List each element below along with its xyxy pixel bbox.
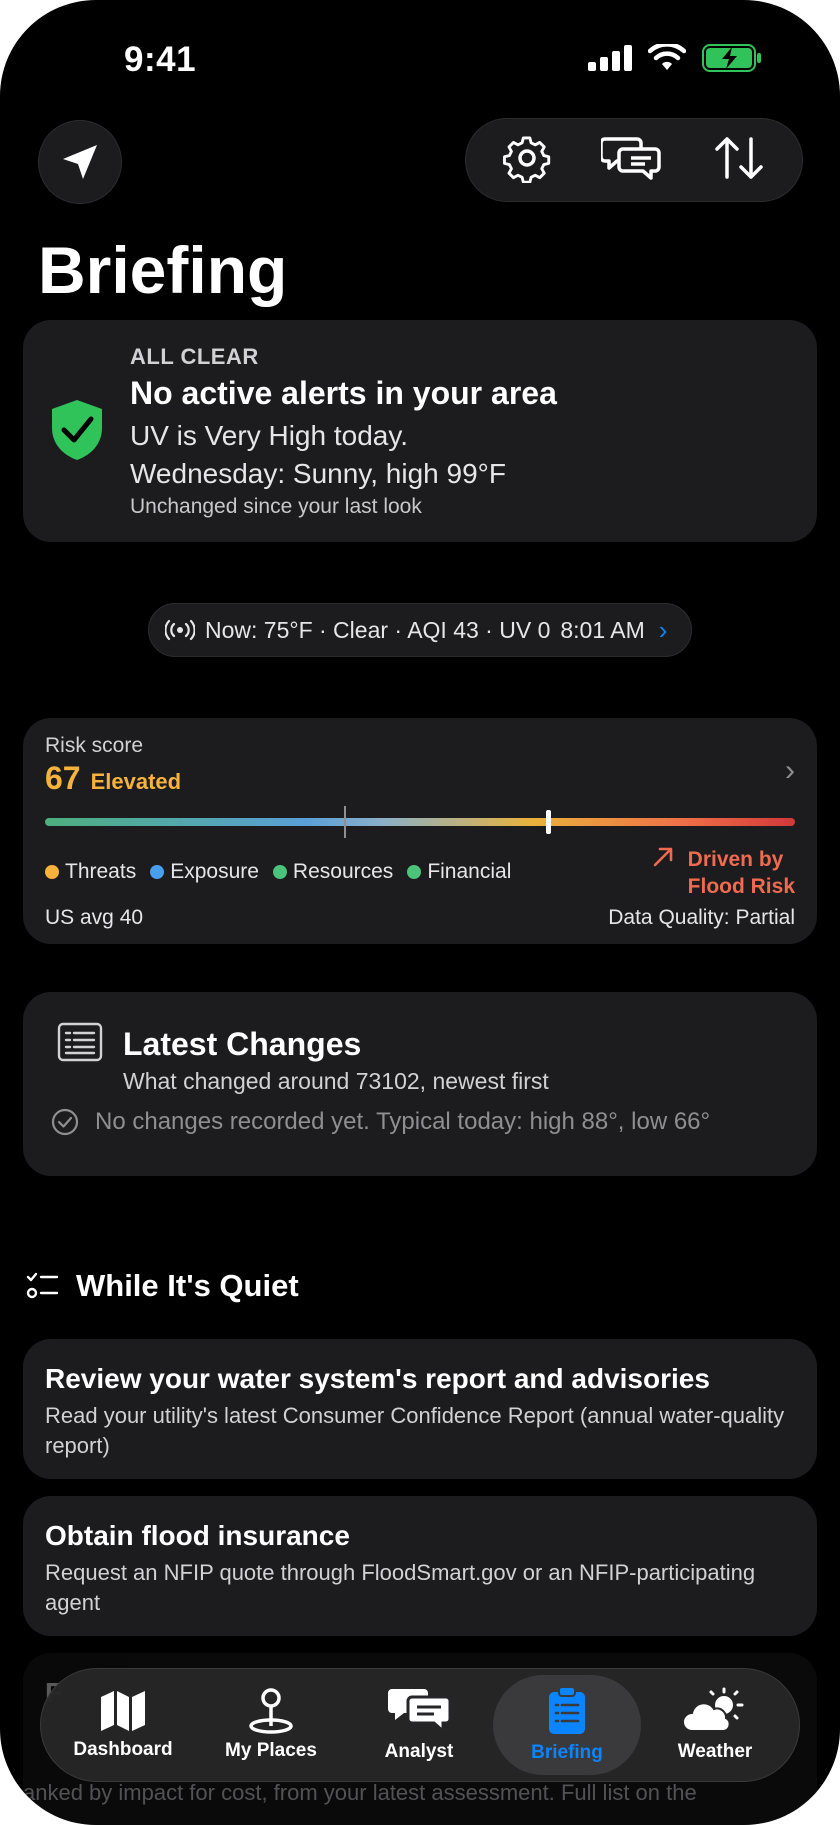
battery-charging-icon: [702, 44, 761, 72]
us-average-marker: [344, 806, 346, 838]
top-controls: [465, 118, 803, 202]
location-button[interactable]: [38, 120, 122, 204]
clipboard-icon: [549, 1686, 585, 1734]
us-average-label: US avg 40: [45, 906, 144, 929]
tab-label: Weather: [677, 1741, 753, 1762]
task-card[interactable]: Obtain flood insurance Request an NFIP q…: [23, 1496, 817, 1636]
settings-button[interactable]: [502, 133, 552, 188]
task-description: Request an NFIP quote through FloodSmart…: [45, 1560, 756, 1615]
legend-item-financial: Financial: [407, 860, 511, 884]
checklist-icon: [26, 1272, 58, 1299]
status-bar: 9:41: [0, 0, 840, 110]
chat-bubbles-icon: [599, 136, 661, 180]
latest-changes-card[interactable]: Latest Changes What changed around 73102…: [23, 992, 817, 1176]
tab-bar: Dashboard My Places Analyst Briefing Wea…: [40, 1668, 800, 1782]
legend-label: Resources: [292, 860, 394, 883]
quiet-section-title: While It's Quiet: [76, 1268, 299, 1303]
latest-changes-empty-text: No changes recorded yet. Typical today: …: [95, 1108, 711, 1135]
risk-driver: Driven by Flood Risk: [652, 846, 795, 900]
task-description: Read your utility's latest Consumer Conf…: [45, 1403, 785, 1458]
newspaper-icon: [57, 1022, 103, 1062]
alert-uv-line: UV is Very High today.: [130, 420, 409, 451]
risk-driver-line2: Flood Risk: [687, 875, 795, 898]
status-time: 9:41: [124, 40, 197, 79]
legend-dot: [150, 865, 165, 879]
map-icon: [101, 1691, 145, 1731]
alert-kicker: ALL CLEAR: [130, 344, 259, 369]
tab-analyst[interactable]: Analyst: [345, 1675, 493, 1775]
legend-label: Threats: [65, 860, 137, 883]
latest-changes-empty: No changes recorded yet. Typical today: …: [51, 1108, 710, 1136]
chevron-right-icon: ›: [658, 614, 668, 645]
gear-icon: [503, 135, 551, 184]
latest-changes-title: Latest Changes: [123, 1026, 362, 1062]
legend-label: Exposure: [170, 860, 259, 883]
risk-score: 67 Elevated: [45, 760, 181, 797]
legend-item-exposure: Exposure: [150, 860, 259, 884]
chevron-right-icon: ›: [785, 754, 795, 787]
pin-icon: [249, 1688, 293, 1734]
legend-item-resources: Resources: [272, 860, 394, 884]
legend-dot: [272, 865, 287, 879]
task-title: Review your water system's report and ad…: [45, 1363, 710, 1394]
sort-button[interactable]: [712, 133, 766, 188]
current-conditions-time: 8:01 AM: [560, 616, 645, 643]
tab-label: Briefing: [531, 1742, 603, 1763]
tab-dashboard[interactable]: Dashboard: [49, 1675, 197, 1775]
risk-driver-line1: Driven by: [687, 848, 784, 871]
sort-arrows-icon: [714, 136, 763, 179]
sun-cloud-icon: [682, 1687, 744, 1732]
tab-weather[interactable]: Weather: [641, 1675, 789, 1775]
risk-label: Risk score: [45, 734, 144, 757]
risk-score-marker: [545, 810, 551, 834]
alert-status-card[interactable]: ALL CLEAR No active alerts in your area …: [23, 320, 817, 542]
trend-up-arrow-icon: [653, 847, 672, 867]
alert-forecast-line: Wednesday: Sunny, high 99°F: [130, 458, 506, 489]
task-footnote: anked by impact for cost, from your late…: [23, 1780, 697, 1805]
current-conditions-text: Now: 75°F · Clear · AQI 43 · UV 0: [205, 616, 551, 643]
page-title: Briefing: [38, 233, 288, 307]
task-title: Obtain flood insurance: [45, 1520, 350, 1551]
risk-level: Elevated: [90, 769, 182, 794]
tab-my-places[interactable]: My Places: [197, 1675, 345, 1775]
risk-legend: Threats Exposure Resources Financial: [45, 860, 511, 884]
alert-title: No active alerts in your area: [130, 375, 557, 411]
tab-label: My Places: [225, 1740, 317, 1761]
check-circle-icon: [51, 1108, 79, 1136]
risk-score-value: 67: [45, 760, 81, 796]
shield-check-icon: [52, 400, 102, 460]
latest-changes-subtitle: What changed around 73102, newest first: [123, 1068, 549, 1094]
tab-label: Dashboard: [73, 1739, 173, 1760]
messages-button[interactable]: [599, 133, 663, 188]
broadcast-icon: [165, 619, 195, 641]
risk-gradient-bar: [45, 818, 795, 826]
task-card[interactable]: Review your water system's report and ad…: [23, 1339, 817, 1479]
current-conditions-pill[interactable]: Now: 75°F · Clear · AQI 43 · UV 0 8:01 A…: [148, 603, 692, 657]
wifi-icon: [648, 44, 686, 70]
chat-icon: [388, 1689, 452, 1735]
legend-item-threats: Threats: [45, 860, 136, 884]
quiet-section-heading: While It's Quiet: [26, 1268, 299, 1304]
risk-score-card[interactable]: Risk score 67 Elevated › Threats Exposur…: [23, 718, 817, 944]
alert-footnote: Unchanged since your last look: [130, 495, 422, 518]
legend-label: Financial: [427, 860, 512, 883]
phone-screen: 9:41 Briefing ALL CLEAR No active alerts…: [0, 0, 840, 1825]
legend-dot: [45, 865, 59, 879]
signal-icon: [588, 45, 632, 71]
location-arrow-icon: [63, 145, 97, 179]
tab-briefing[interactable]: Briefing: [493, 1675, 641, 1775]
data-quality-label: Data Quality: Partial: [608, 906, 795, 929]
status-icons: [588, 44, 762, 72]
legend-dot: [407, 865, 422, 879]
tab-label: Analyst: [384, 1741, 454, 1762]
